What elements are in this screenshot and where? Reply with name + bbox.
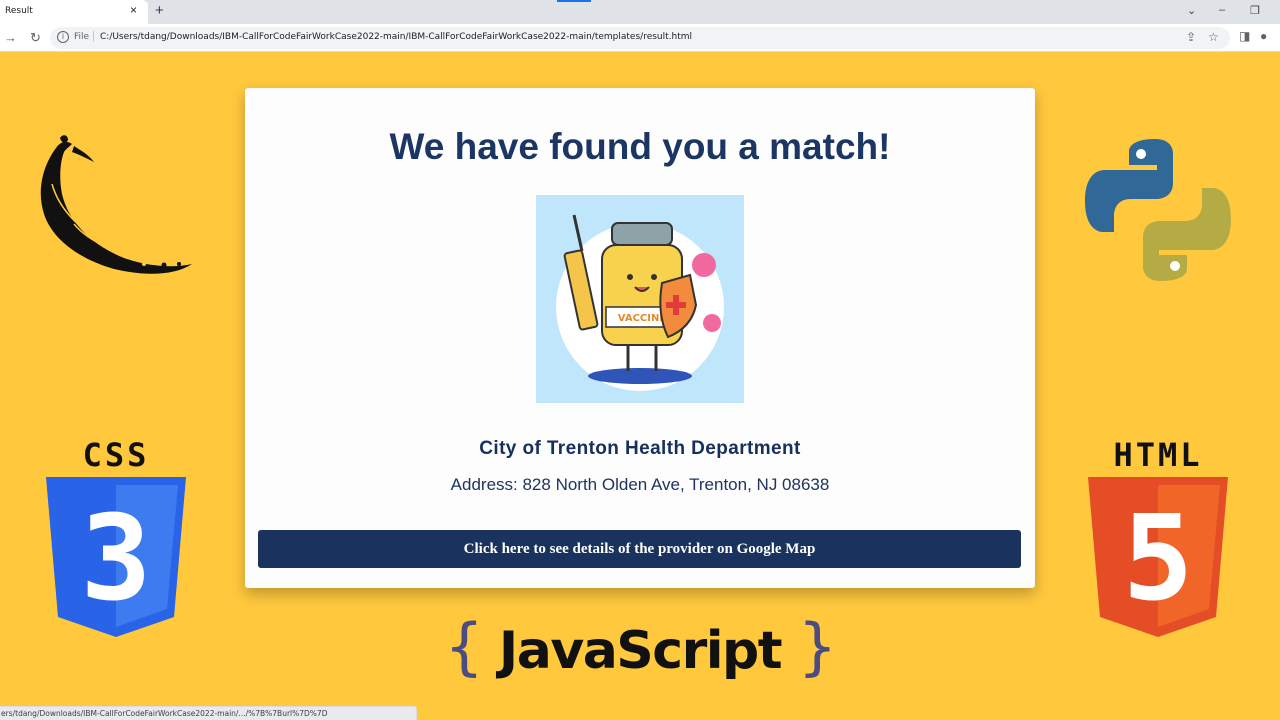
- js-word: JavaScript: [498, 621, 783, 681]
- side-panel-icon[interactable]: ◨: [1239, 29, 1250, 43]
- info-icon[interactable]: i: [57, 31, 69, 43]
- js-open-brace: {: [444, 610, 483, 683]
- forward-icon[interactable]: →: [4, 30, 17, 45]
- provider-name: City of Trenton Health Department: [479, 438, 801, 459]
- provider-address: Address: 828 North Olden Ave, Trenton, N…: [450, 475, 830, 494]
- google-map-button[interactable]: Click here to see details of the provide…: [258, 530, 1021, 568]
- url-separator: |: [92, 30, 95, 42]
- vaccine-illustration: VACCINE: [536, 195, 744, 403]
- browser-tab-strip: Result × + ⌄ – ❐: [0, 0, 1280, 24]
- css3-number: 3: [80, 489, 151, 627]
- address-bar[interactable]: i File | C:/Users/tdang/Downloads/IBM-Ca…: [50, 27, 1230, 49]
- js-close-brace: }: [797, 610, 837, 683]
- restore-icon[interactable]: ❐: [1250, 4, 1260, 17]
- html5-number: 5: [1122, 489, 1193, 627]
- browser-tab[interactable]: Result ×: [0, 0, 148, 24]
- new-tab-icon[interactable]: +: [155, 2, 164, 19]
- tab-list-chevron-icon[interactable]: ⌄: [1187, 4, 1196, 17]
- status-bar-link-preview: ers/tdang/Downloads/IBM-CallForCodeFairW…: [0, 706, 417, 720]
- tab-search-indicator: [557, 0, 591, 2]
- url-text[interactable]: C:/Users/tdang/Downloads/IBM-CallForCode…: [100, 32, 692, 42]
- address-toolbar: → ↻ i File | C:/Users/tdang/Downloads/IB…: [0, 24, 1280, 52]
- bookmark-star-icon[interactable]: ☆: [1208, 30, 1219, 44]
- minimize-icon[interactable]: –: [1219, 4, 1225, 16]
- vaccine-label: VACCINE: [618, 313, 667, 324]
- file-label: File: [74, 32, 90, 42]
- javascript-logo: { JavaScript }: [0, 610, 1280, 683]
- page-title: We have found you a match!: [389, 126, 891, 167]
- reload-icon[interactable]: ↻: [30, 30, 41, 46]
- share-icon[interactable]: ⇪: [1186, 30, 1196, 44]
- tab-title: Result: [5, 6, 33, 16]
- tab-close-icon[interactable]: ×: [130, 3, 137, 17]
- profile-avatar-icon[interactable]: ●: [1260, 29, 1267, 43]
